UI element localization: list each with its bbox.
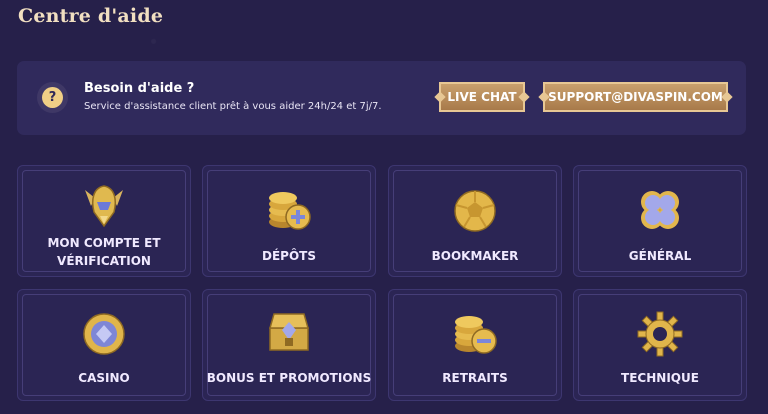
category-tile-bonus[interactable]: BONUS ET PROMOTIONS xyxy=(202,289,376,401)
page-title: Centre d'aide xyxy=(18,5,164,27)
category-label: MON COMPTE ET VÉRIFICATION xyxy=(47,236,161,268)
category-label: CASINO xyxy=(78,371,130,385)
clover-icon xyxy=(641,191,679,229)
category-label: BONUS ET PROMOTIONS xyxy=(206,371,372,385)
category-tile-technical[interactable]: TECHNIQUE xyxy=(573,289,747,401)
category-tile-casino[interactable]: CASINO xyxy=(17,289,191,401)
category-tile-deposits[interactable]: DÉPÔTS xyxy=(202,165,376,277)
category-tile-bookmaker[interactable]: BOOKMAKER xyxy=(388,165,562,277)
category-tile-withdrawals[interactable]: RETRAITS xyxy=(388,289,562,401)
category-label: RETRAITS xyxy=(442,371,508,385)
category-label: GÉNÉRAL xyxy=(628,249,692,263)
help-heading: Besoin d'aide ? xyxy=(84,81,195,96)
casino-chip-icon xyxy=(83,313,125,355)
coins-plus-icon xyxy=(269,192,311,230)
ball-icon xyxy=(454,190,496,232)
category-label: DÉPÔTS xyxy=(262,249,316,263)
coins-minus-icon xyxy=(455,316,497,354)
treasure-chest-icon xyxy=(269,313,309,351)
helmet-icon xyxy=(85,185,123,228)
gear-icon xyxy=(637,311,683,357)
category-label: TECHNIQUE xyxy=(621,371,699,385)
category-tile-general[interactable]: GÉNÉRAL xyxy=(573,165,747,277)
question-icon: ? xyxy=(37,82,68,113)
category-label: BOOKMAKER xyxy=(431,249,519,263)
live-chat-button[interactable]: LIVE CHAT xyxy=(439,82,525,112)
support-email-button[interactable]: SUPPORT@DIVASPIN.COM xyxy=(543,82,728,112)
help-banner: ? Besoin d'aide ? Service d'assistance c… xyxy=(17,61,746,135)
help-subtitle: Service d'assistance client prêt à vous … xyxy=(84,101,382,112)
category-tile-account[interactable]: MON COMPTE ET VÉRIFICATION xyxy=(17,165,191,277)
